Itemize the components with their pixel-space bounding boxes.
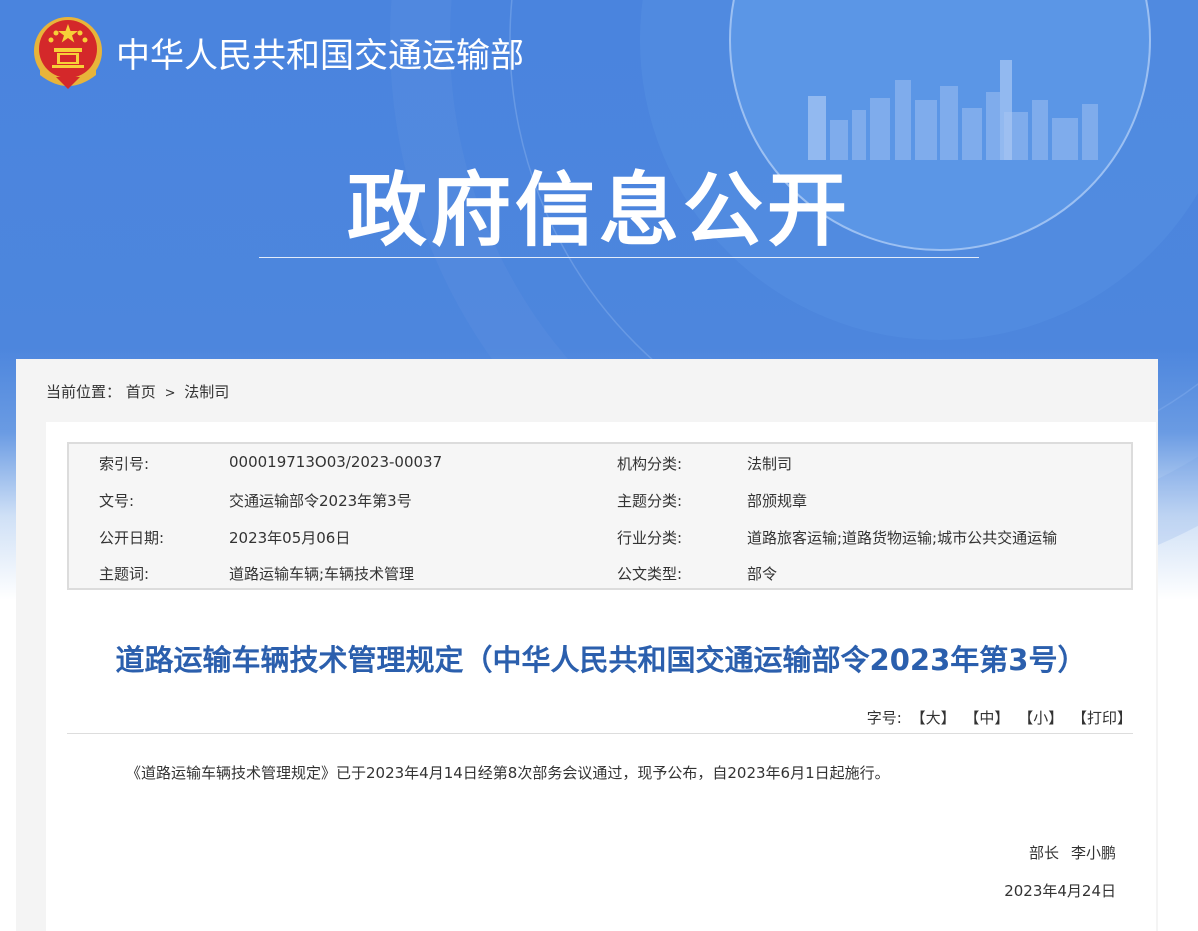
- national-emblem-icon: [34, 17, 102, 89]
- font-small-button[interactable]: 【小】: [1018, 709, 1063, 727]
- metadata-row: 文号: 交通运输部令2023年第3号 主题分类: 部颁规章: [69, 490, 1131, 516]
- metadata-value: 000019713O03/2023-00037: [229, 453, 443, 471]
- font-large-button[interactable]: 【大】: [911, 709, 956, 727]
- document-title: 道路运输车辆技术管理规定（中华人民共和国交通运输部令2023年第3号）: [115, 643, 1087, 677]
- metadata-label: 行业分类:: [617, 529, 683, 547]
- print-button[interactable]: 【打印】: [1072, 709, 1132, 727]
- metadata-label: 机构分类:: [617, 455, 683, 473]
- document-metadata-table: 索引号: 000019713O03/2023-00037 机构分类: 法制司 文…: [67, 442, 1133, 590]
- metadata-row: 索引号: 000019713O03/2023-00037 机构分类: 法制司: [69, 453, 1131, 479]
- content-wrapper: 当前位置： 首页 > 法制司 索引号: 000019713O03/2023-00…: [16, 359, 1158, 931]
- font-size-toolbar: 字号: 【大】 【中】 【小】 【打印】: [867, 707, 1132, 728]
- toolbar-divider: [67, 733, 1133, 734]
- breadcrumb: 当前位置： 首页 > 法制司: [46, 381, 229, 402]
- signer: 部长 李小鹏: [1029, 842, 1116, 863]
- metadata-value: 道路旅客运输;道路货物运输;城市公共交通运输: [747, 529, 1058, 547]
- signer-name: 李小鹏: [1070, 844, 1116, 862]
- metadata-label: 公文类型:: [617, 565, 683, 583]
- metadata-label: 主题分类:: [617, 492, 683, 510]
- metadata-label: 文号:: [99, 492, 135, 510]
- metadata-row: 公开日期: 2023年05月06日 行业分类: 道路旅客运输;道路货物运输;城市…: [69, 527, 1131, 553]
- banner-divider: [259, 257, 979, 258]
- metadata-label: 主题词:: [99, 565, 150, 583]
- breadcrumb-separator: >: [164, 386, 176, 401]
- metadata-row: 主题词: 道路运输车辆;车辆技术管理 公文类型: 部令: [69, 563, 1131, 589]
- metadata-label: 索引号:: [99, 455, 150, 473]
- font-medium-button[interactable]: 【中】: [964, 709, 1009, 727]
- breadcrumb-label: 当前位置：: [46, 383, 122, 401]
- metadata-value: 法制司: [747, 455, 793, 473]
- font-size-label: 字号:: [866, 709, 902, 727]
- metadata-value: 2023年05月06日: [229, 529, 351, 547]
- signer-title: 部长: [1028, 844, 1059, 862]
- metadata-label: 公开日期:: [99, 529, 165, 547]
- metadata-value: 道路运输车辆;车辆技术管理: [229, 565, 415, 583]
- metadata-value: 部令: [747, 565, 778, 583]
- sign-date: 2023年4月24日: [1004, 882, 1116, 900]
- article-body: 《道路运输车辆技术管理规定》已于2023年4月14日经第8次部务会议通过，现予公…: [126, 764, 890, 782]
- metadata-value: 部颁规章: [747, 492, 808, 510]
- article-container: 索引号: 000019713O03/2023-00037 机构分类: 法制司 文…: [46, 422, 1156, 931]
- metadata-value: 交通运输部令2023年第3号: [229, 492, 412, 510]
- site-name[interactable]: 中华人民共和国交通运输部: [116, 28, 524, 77]
- breadcrumb-department-link[interactable]: 法制司: [184, 383, 229, 401]
- banner-title: 政府信息公开: [347, 163, 851, 257]
- breadcrumb-home-link[interactable]: 首页: [126, 383, 156, 401]
